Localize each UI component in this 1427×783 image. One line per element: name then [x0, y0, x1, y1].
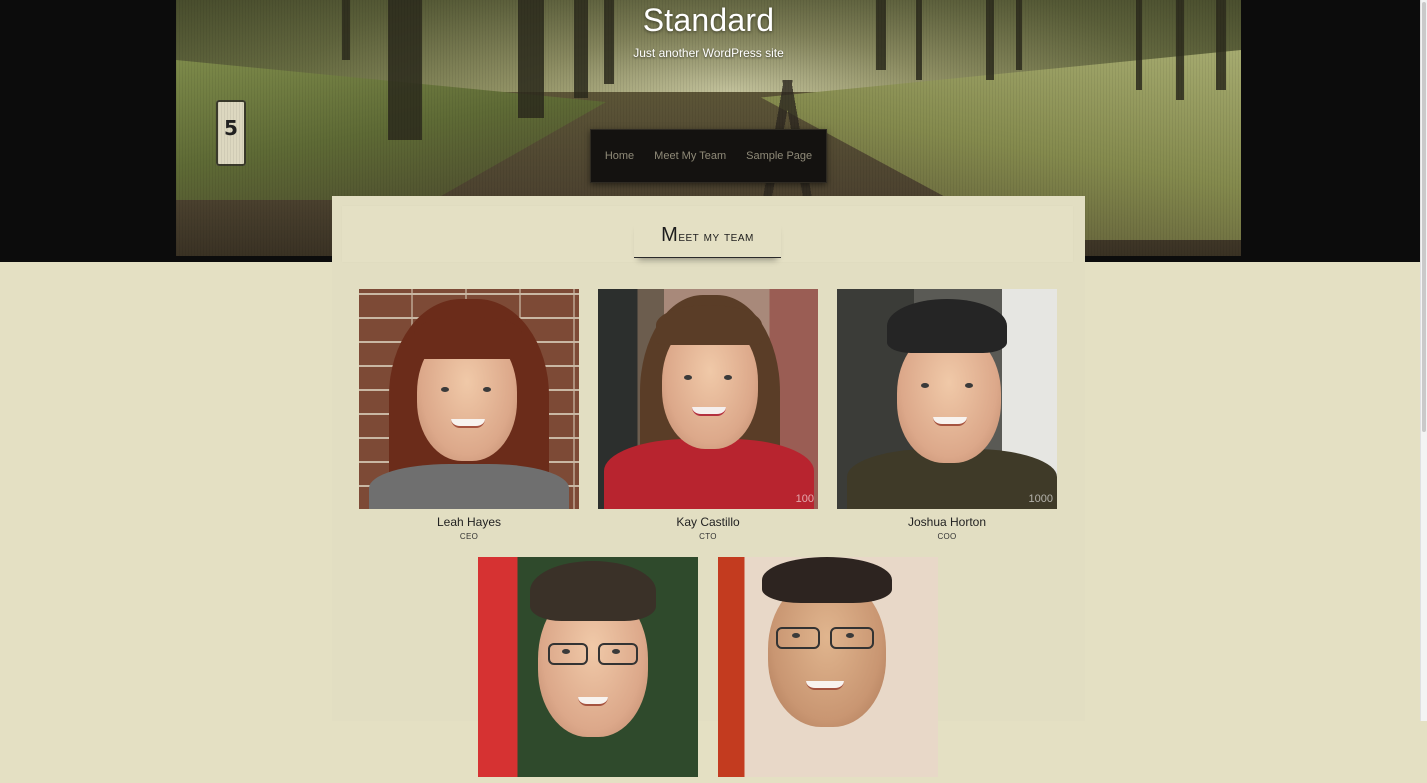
team-member-card: 1000 Joshua Horton COO: [837, 289, 1057, 541]
nav-item-sample-page[interactable]: Sample Page: [746, 150, 812, 162]
team-member-role: CTO: [699, 532, 717, 541]
site-tagline: Just another WordPress site: [633, 46, 784, 60]
nav-item-meet-my-team[interactable]: Meet My Team: [654, 150, 726, 162]
page-title: Meet my team: [634, 220, 781, 258]
team-member-photo: [478, 557, 698, 777]
team-member-photo: [359, 289, 579, 509]
vertical-scrollbar[interactable]: [1420, 0, 1427, 721]
photo-watermark: 1000: [1028, 493, 1053, 505]
team-member-name: Leah Hayes: [436, 515, 502, 529]
team-member-role: COO: [937, 532, 957, 541]
content-panel: Meet my team Leah Hayes CEO 100 Kay Cast: [332, 196, 1085, 777]
scrollbar-thumb[interactable]: [1422, 2, 1426, 432]
team-member-photo: 1000: [837, 289, 1057, 509]
team-member-card: [718, 557, 938, 783]
team-member-name: Joshua Horton: [907, 515, 987, 529]
nav-item-home[interactable]: Home: [605, 150, 634, 162]
team-member-card: Leah Hayes CEO: [359, 289, 579, 541]
site-title[interactable]: Standard: [0, 2, 1417, 39]
main-navigation: Home Meet My Team Sample Page: [590, 129, 827, 183]
team-member-role: CEO: [459, 532, 479, 541]
photo-watermark: 100: [795, 493, 814, 505]
team-member-card: 100 Kay Castillo CTO: [598, 289, 818, 541]
team-member-photo: [718, 557, 938, 777]
team-member-name: Kay Castillo: [676, 515, 740, 529]
team-member-photo: 100: [598, 289, 818, 509]
team-member-card: [478, 557, 698, 783]
